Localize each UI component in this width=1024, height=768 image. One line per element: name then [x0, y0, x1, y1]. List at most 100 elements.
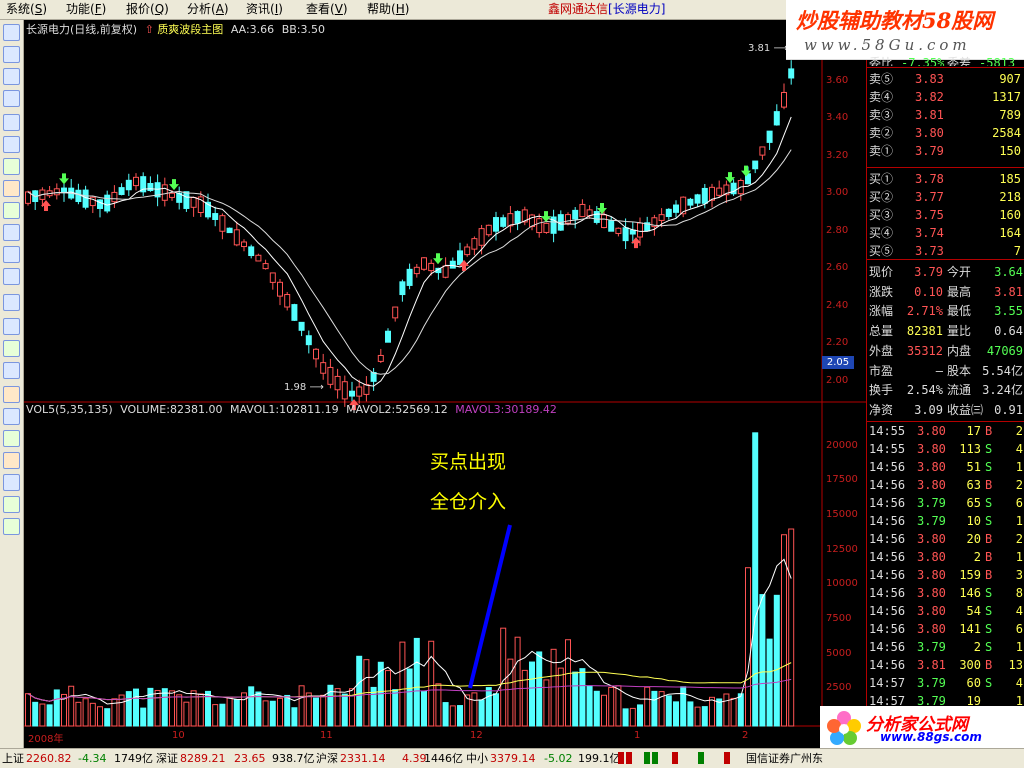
tick-row[interactable]: 14:56 3.80 63 B 2 — [867, 476, 1024, 494]
volume-bar — [104, 708, 111, 727]
volume-bar — [125, 691, 132, 727]
volume-bar — [46, 704, 53, 727]
volume-bar — [349, 688, 355, 727]
tick-row[interactable]: 14:55 3.80 17 B 2 — [867, 422, 1024, 440]
users-icon[interactable] — [3, 202, 20, 219]
window-title: 鑫网通达信[长源电力] — [548, 2, 666, 16]
grid-view-icon[interactable] — [3, 24, 20, 41]
sh-value[interactable]: 2260.82 — [26, 750, 72, 768]
chart-canvas[interactable] — [24, 20, 866, 748]
bid-row[interactable]: 买① 3.78 185 — [867, 170, 1024, 188]
volume-bar — [500, 627, 507, 727]
table-icon[interactable] — [3, 136, 20, 153]
stat-row[interactable]: 换手 2.54% 流通 3.24亿 — [867, 381, 1024, 399]
bid-row[interactable]: 买⑤ 3.73 7 — [867, 242, 1024, 260]
tick-row[interactable]: 14:56 3.80 2 B 1 — [867, 548, 1024, 566]
sz-change: 23.65 — [234, 752, 266, 765]
vol-tick-15000: 15000 — [826, 509, 858, 520]
arrow-down-icon[interactable] — [3, 518, 20, 535]
kline-chart-icon[interactable] — [3, 90, 20, 107]
document-icon[interactable] — [3, 158, 20, 175]
menu-help[interactable]: 帮助(H) — [367, 2, 409, 16]
indicator-icon[interactable] — [3, 294, 20, 311]
tick-row[interactable]: 14:56 3.80 146 S 8 — [867, 584, 1024, 602]
volume-bar — [133, 688, 139, 727]
menu-quote[interactable]: 报价(Q) — [126, 2, 169, 16]
list-view-icon[interactable] — [3, 46, 20, 63]
candle-body — [161, 184, 168, 201]
etf-icon[interactable] — [3, 268, 20, 285]
stat-row[interactable]: 净资 3.09 收益㈢ 0.91 — [867, 401, 1024, 419]
volume-bar — [53, 689, 60, 727]
hs-value[interactable]: 2331.14 — [340, 750, 386, 768]
ask-row[interactable]: 卖⑤ 3.83 907 — [867, 70, 1024, 88]
stat-row[interactable]: 外盘 35312 内盘 47069 — [867, 342, 1024, 360]
status-bar: 上证 2260.82 -4.34 1749亿 深证 8289.21 23.65 … — [0, 748, 1024, 768]
volume-bar — [255, 691, 262, 727]
candle-body — [248, 246, 255, 257]
sh-change: -4.34 — [78, 752, 107, 765]
tick-row[interactable]: 14:56 3.79 65 S 6 — [867, 494, 1024, 512]
tick-row[interactable]: 14:56 3.79 2 S 1 — [867, 638, 1024, 656]
zx-value[interactable]: 3379.14 — [490, 750, 536, 768]
tick-row[interactable]: 14:56 3.80 141 S 6 — [867, 620, 1024, 638]
volume-bar — [788, 528, 795, 727]
volume-bar — [262, 700, 269, 727]
tick-row[interactable]: 14:56 3.80 51 S 1 — [867, 458, 1024, 476]
menu-view[interactable]: 查看(V) — [306, 2, 348, 16]
candle-body — [493, 217, 499, 232]
stat-row[interactable]: 总量 82381 量比 0.64 — [867, 322, 1024, 340]
menu-analysis[interactable]: 分析(A) — [187, 2, 229, 16]
stat-row[interactable]: 涨幅 2.71% 最低 3.55 — [867, 302, 1024, 320]
globe-icon[interactable] — [3, 246, 20, 263]
report-icon[interactable] — [3, 114, 20, 131]
menu-function[interactable]: 功能(F) — [66, 2, 106, 16]
stat-row[interactable]: 市盈 — 股本 5.54亿 — [867, 362, 1024, 380]
move-icon[interactable] — [3, 474, 20, 491]
candle-body — [313, 348, 319, 360]
bid-row[interactable]: 买② 3.77 218 — [867, 188, 1024, 206]
tick-row[interactable]: 14:56 3.80 20 B 2 — [867, 530, 1024, 548]
sz-value[interactable]: 8289.21 — [180, 750, 226, 768]
menu-system[interactable]: 系统(S) — [6, 2, 47, 16]
picture-icon[interactable] — [3, 340, 20, 357]
tick-row[interactable]: 14:56 3.81 300 B 13 — [867, 656, 1024, 674]
ask-row[interactable]: 卖① 3.79 150 — [867, 142, 1024, 160]
tick-row[interactable]: 14:56 3.80 159 B 3 — [867, 566, 1024, 584]
bid-row[interactable]: 买④ 3.74 164 — [867, 224, 1024, 242]
candle-body — [579, 203, 586, 218]
tick-row[interactable]: 14:55 3.80 113 S 4 — [867, 440, 1024, 458]
tick-row[interactable]: 14:56 3.80 54 S 4 — [867, 602, 1024, 620]
bid-row[interactable]: 买③ 3.75 160 — [867, 206, 1024, 224]
tick-row[interactable]: 14:56 3.79 10 S 1 — [867, 512, 1024, 530]
candle-body — [125, 179, 132, 191]
mail-icon[interactable] — [3, 180, 20, 197]
menu-news[interactable]: 资讯(I) — [246, 2, 283, 16]
volume-bar — [601, 694, 607, 727]
stat-row[interactable]: 现价 3.79 今开 3.64 — [867, 263, 1024, 281]
dollar-icon[interactable] — [3, 386, 20, 403]
sh-label: 上证 — [2, 752, 24, 765]
sell-signal-arrow — [541, 211, 551, 223]
ask-row[interactable]: 卖③ 3.81 789 — [867, 106, 1024, 124]
pencil-icon[interactable] — [3, 452, 20, 469]
candle-body — [449, 260, 456, 269]
stat-row[interactable]: 涨跌 0.10 最高 3.81 — [867, 283, 1024, 301]
candle-body — [53, 188, 60, 196]
ask-row[interactable]: 卖② 3.80 2584 — [867, 124, 1024, 142]
notes-icon[interactable] — [3, 224, 20, 241]
line-chart-icon[interactable] — [3, 68, 20, 85]
ask-row[interactable]: 卖④ 3.82 1317 — [867, 88, 1024, 106]
calculator-icon[interactable] — [3, 362, 20, 379]
kline-chart-panel[interactable]: 长源电力(日线,前复权) ⇧ 质爽波段主图 AA:3.66 BB:3.50 VO… — [24, 20, 866, 748]
volume-bar — [507, 658, 514, 727]
watermark-title: 炒股辅助教材58股网 — [796, 8, 994, 33]
tick-row[interactable]: 14:57 3.79 60 S 4 — [867, 674, 1024, 692]
export-icon[interactable] — [3, 430, 20, 447]
candle-body — [269, 272, 276, 283]
arrow-up-icon[interactable] — [3, 496, 20, 513]
volume-bar — [716, 698, 723, 727]
tools-icon[interactable] — [3, 408, 20, 425]
site-logo: 分析家公式网 www.88gs.com — [820, 706, 1024, 748]
rsi-icon[interactable] — [3, 318, 20, 335]
